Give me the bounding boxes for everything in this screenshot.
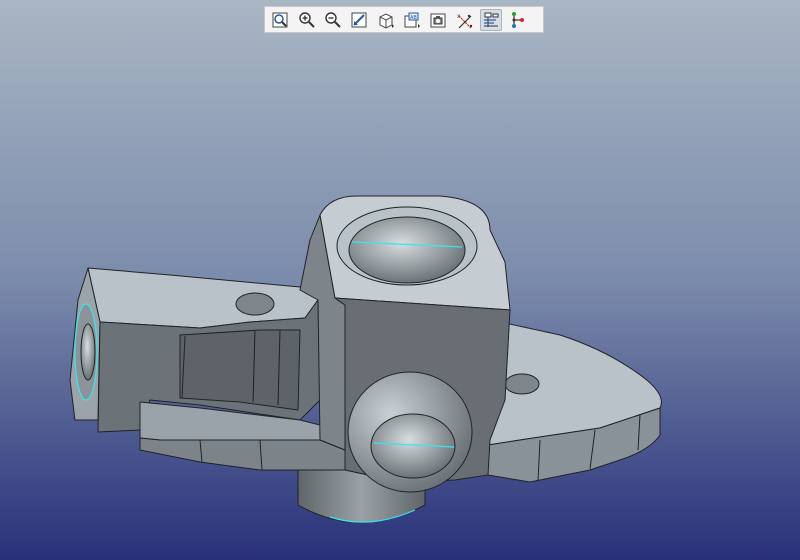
display-style-button[interactable] bbox=[375, 9, 397, 31]
zoom-out-icon bbox=[323, 10, 343, 30]
refit-button[interactable] bbox=[269, 9, 291, 31]
annotation-display-button[interactable] bbox=[480, 8, 503, 31]
zoom-in-button[interactable] bbox=[296, 9, 318, 31]
right-flange-hole bbox=[504, 373, 540, 395]
view-manager-icon bbox=[428, 10, 448, 30]
repaint-button[interactable] bbox=[348, 9, 370, 31]
svg-text:AB: AB bbox=[410, 15, 417, 21]
left-arm-slot bbox=[179, 329, 301, 411]
lower-rail-front bbox=[139, 437, 346, 471]
saved-orientations-icon: AB bbox=[402, 10, 422, 30]
graphics-viewport[interactable]: AB x bbox=[0, 0, 800, 560]
refit-icon bbox=[270, 10, 290, 30]
annotation-display-icon bbox=[481, 10, 501, 30]
view-manager-button[interactable] bbox=[427, 9, 449, 31]
spin-center-button[interactable] bbox=[507, 9, 529, 31]
datum-display-button[interactable]: x bbox=[454, 9, 476, 31]
display-style-icon bbox=[376, 10, 396, 30]
3d-model[interactable] bbox=[0, 0, 800, 560]
spin-center-icon bbox=[508, 10, 528, 30]
left-arm-hole bbox=[235, 292, 275, 316]
zoom-out-button[interactable] bbox=[322, 9, 344, 31]
repaint-icon bbox=[349, 10, 369, 30]
top-bore bbox=[348, 216, 466, 284]
datum-display-icon: x bbox=[455, 10, 475, 30]
saved-orientations-button[interactable]: AB bbox=[401, 9, 423, 31]
view-toolbar: AB x bbox=[264, 6, 544, 33]
zoom-in-icon bbox=[297, 10, 317, 30]
